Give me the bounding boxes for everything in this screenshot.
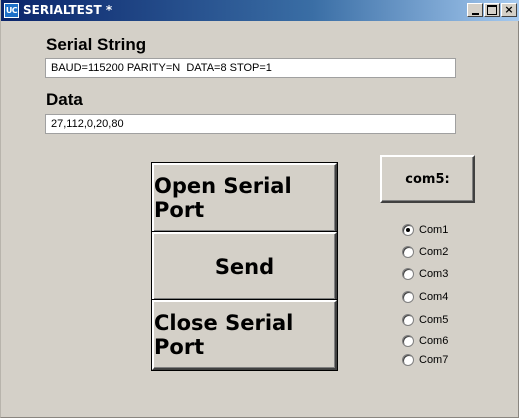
radio-button-icon[interactable]: [402, 291, 414, 303]
radio-label: Com2: [419, 246, 449, 258]
serial-string-label: Serial String: [46, 35, 147, 54]
radio-button-icon[interactable]: [402, 314, 414, 326]
send-button[interactable]: Send: [152, 232, 337, 301]
com-radio-5[interactable]: Com5: [402, 313, 448, 327]
title-bar[interactable]: UC SERIALTEST * ×: [1, 0, 519, 21]
radio-label: Com6: [419, 335, 449, 347]
window-title: SERIALTEST *: [23, 3, 113, 17]
com-radio-7[interactable]: Com7: [402, 353, 448, 367]
radio-button-icon[interactable]: [402, 268, 414, 280]
radio-button-icon[interactable]: [402, 335, 414, 347]
com-radio-6[interactable]: Com6: [402, 334, 448, 348]
com-port-button[interactable]: com5:: [380, 155, 475, 203]
data-input[interactable]: 27,112,0,20,80: [45, 114, 456, 134]
radio-label: Com5: [419, 314, 449, 326]
close-serial-port-button[interactable]: Close Serial Port: [152, 300, 337, 370]
data-label: Data: [46, 90, 83, 109]
open-serial-port-button[interactable]: Open Serial Port: [152, 163, 337, 233]
com-radio-1[interactable]: Com1: [402, 223, 448, 237]
main-window: UC SERIALTEST * × Serial String BAUD=115…: [0, 0, 519, 418]
radio-button-icon[interactable]: [402, 224, 414, 236]
com-radio-3[interactable]: Com3: [402, 267, 448, 281]
radio-label: Com4: [419, 291, 449, 303]
close-button[interactable]: ×: [501, 3, 517, 17]
radio-button-icon[interactable]: [402, 354, 414, 366]
radio-label: Com7: [419, 354, 449, 366]
radio-label: Com1: [419, 224, 449, 236]
minimize-button[interactable]: [467, 3, 483, 17]
com-radio-2[interactable]: Com2: [402, 245, 448, 259]
radio-button-icon[interactable]: [402, 246, 414, 258]
serial-string-input[interactable]: BAUD=115200 PARITY=N DATA=8 STOP=1: [45, 58, 456, 78]
maximize-button[interactable]: [484, 3, 500, 17]
app-icon: UC: [4, 3, 19, 18]
radio-label: Com3: [419, 268, 449, 280]
close-icon: ×: [504, 2, 514, 16]
com-radio-4[interactable]: Com4: [402, 290, 448, 304]
